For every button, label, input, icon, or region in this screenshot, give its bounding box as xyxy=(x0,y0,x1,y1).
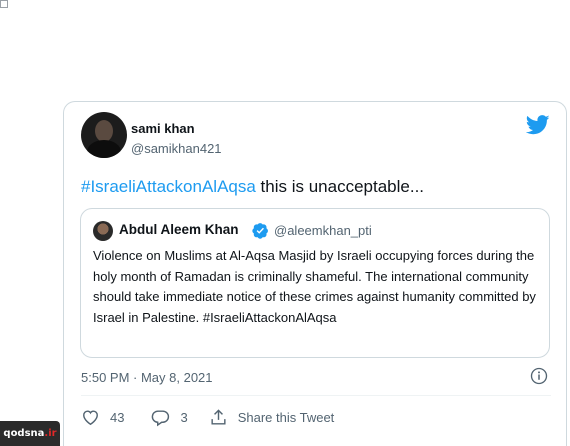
quoted-author-name[interactable]: Abdul Aleem Khan xyxy=(119,222,239,237)
hashtag-link[interactable]: #IsraeliAttackonAlAqsa xyxy=(81,177,256,196)
reply-icon xyxy=(152,409,170,426)
quoted-author-handle[interactable]: @aleemkhan_pti xyxy=(274,223,372,238)
quoted-tweet[interactable]: Abdul Aleem Khan @aleemkhan_pti Violence… xyxy=(80,208,550,358)
share-icon xyxy=(211,408,226,425)
watermark-brand: qodsna xyxy=(3,428,45,439)
twitter-bird-icon[interactable] xyxy=(526,115,550,135)
info-icon[interactable] xyxy=(530,367,548,385)
quoted-tweet-text: Violence on Muslims at Al-Aqsa Masjid by… xyxy=(93,248,536,325)
share-label: Share this Tweet xyxy=(237,409,335,425)
tweet-timestamp[interactable]: 5:50 PM · May 8, 2021 xyxy=(81,370,213,385)
tweet-body-text: this is unacceptable... xyxy=(255,177,425,196)
embedded-tweet-card[interactable]: sami khan @samikhan421 #IsraeliAttackonA… xyxy=(63,101,567,446)
author-handle[interactable]: @samikhan421 xyxy=(131,141,222,156)
verified-badge-icon xyxy=(252,223,268,239)
heart-icon xyxy=(83,409,98,425)
reply-button[interactable]: 3 xyxy=(151,408,188,427)
tweet-actions-bar: 43 3 Share this Tweet xyxy=(81,407,334,427)
watermark-suffix: .ir xyxy=(44,428,57,439)
tweet-text: #IsraeliAttackonAlAqsa this is unaccepta… xyxy=(81,177,424,197)
site-watermark-logo: qodsna.ir xyxy=(0,421,60,446)
reply-count: 3 xyxy=(180,409,188,425)
share-button[interactable]: Share this Tweet xyxy=(209,408,335,427)
like-count: 43 xyxy=(110,409,125,425)
quoted-author-avatar[interactable] xyxy=(93,221,113,241)
like-button[interactable]: 43 xyxy=(81,408,124,427)
author-name[interactable]: sami khan xyxy=(131,121,195,136)
actions-divider xyxy=(81,395,551,396)
broken-image-icon xyxy=(0,0,8,8)
author-avatar[interactable] xyxy=(81,112,127,158)
